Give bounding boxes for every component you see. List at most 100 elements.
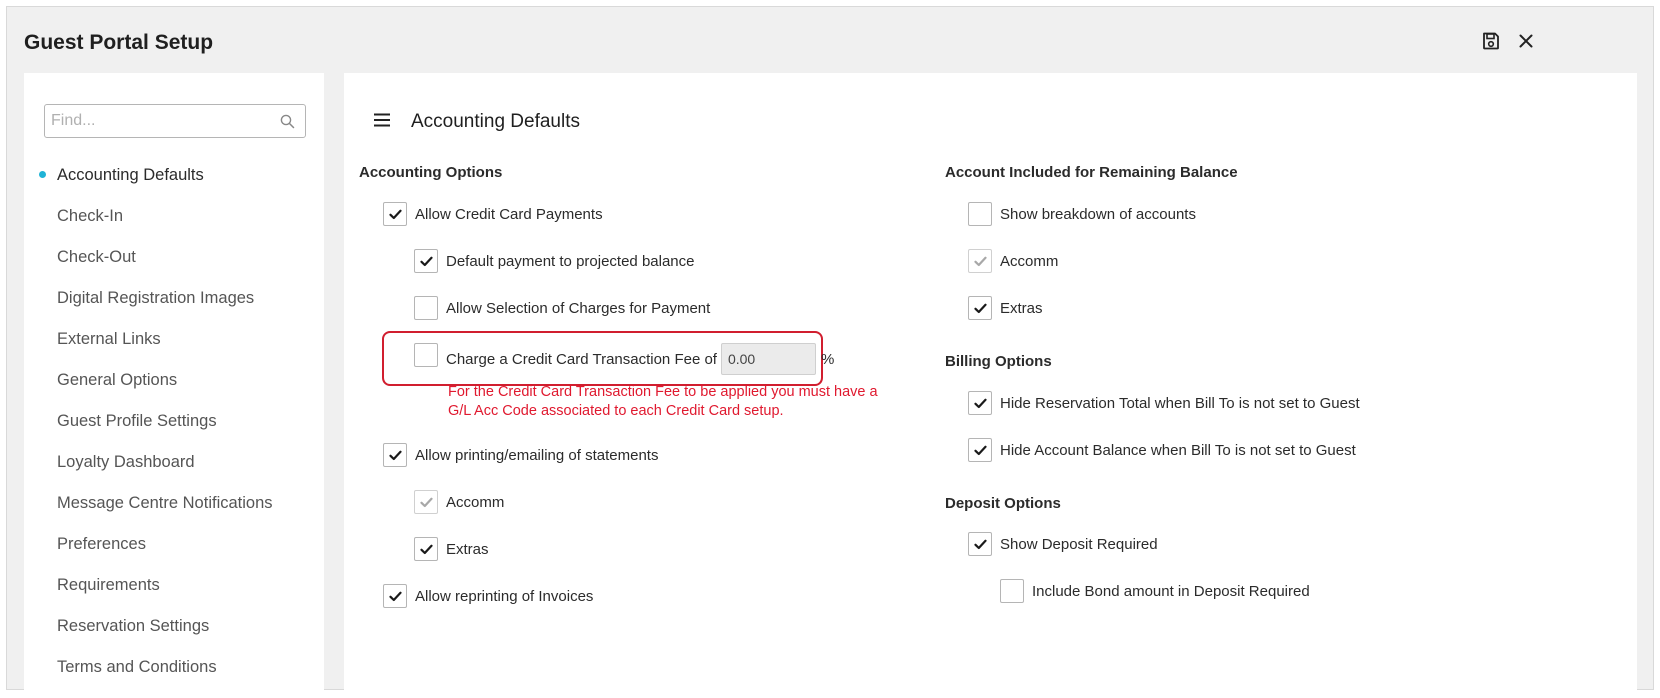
sidebar-item-label: Preferences xyxy=(57,535,146,553)
show-deposit-row: Show Deposit Required xyxy=(968,532,1158,556)
balance-extras-checkbox[interactable] xyxy=(968,296,992,320)
sidebar-item-reservation-settings[interactable]: Reservation Settings xyxy=(24,616,324,657)
print-extras-row: Extras xyxy=(414,537,489,561)
checkmark-icon xyxy=(973,398,987,408)
print-extras-checkbox[interactable] xyxy=(414,537,438,561)
sidebar: Accounting Defaults Check-In Check-Out D… xyxy=(24,73,324,693)
sidebar-nav: Accounting Defaults Check-In Check-Out D… xyxy=(24,165,324,698)
sidebar-item-label: Digital Registration Images xyxy=(57,289,255,307)
allow-printing-checkbox[interactable] xyxy=(383,443,407,467)
hamburger-menu-icon[interactable] xyxy=(374,113,390,132)
sidebar-item-message-centre-notifications[interactable]: Message Centre Notifications xyxy=(24,493,324,534)
allow-reprinting-checkbox[interactable] xyxy=(383,584,407,608)
default-payment-row: Default payment to projected balance xyxy=(414,249,695,273)
sidebar-item-label: External Links xyxy=(57,330,161,348)
default-payment-checkbox[interactable] xyxy=(414,249,438,273)
sidebar-item-general-options[interactable]: General Options xyxy=(24,370,324,411)
sidebar-item-label: Reservation Settings xyxy=(57,617,210,635)
checkmark-icon xyxy=(388,450,402,460)
allow-selection-charges-label: Allow Selection of Charges for Payment xyxy=(446,299,711,317)
charge-fee-label: Charge a Credit Card Transaction Fee of xyxy=(446,350,717,368)
sidebar-item-preferences[interactable]: Preferences xyxy=(24,534,324,575)
search-box xyxy=(44,104,306,138)
checkmark-icon xyxy=(388,209,402,219)
hide-account-balance-label: Hide Account Balance when Bill To is not… xyxy=(1000,441,1356,459)
print-extras-label: Extras xyxy=(446,540,489,558)
balance-accomm-row: Accomm xyxy=(968,249,1058,273)
sidebar-item-label: Message Centre Notifications xyxy=(57,494,273,512)
allow-selection-charges-checkbox[interactable] xyxy=(414,296,438,320)
allow-credit-card-payments-row: Allow Credit Card Payments xyxy=(383,202,603,226)
show-breakdown-checkbox[interactable] xyxy=(968,202,992,226)
hide-account-balance-row: Hide Account Balance when Bill To is not… xyxy=(968,438,1356,462)
transaction-fee-input[interactable] xyxy=(720,343,816,375)
default-payment-label: Default payment to projected balance xyxy=(446,252,695,270)
include-bond-checkbox[interactable] xyxy=(1000,579,1024,603)
accounting-options-heading: Accounting Options xyxy=(359,164,503,181)
hide-reservation-total-row: Hide Reservation Total when Bill To is n… xyxy=(968,391,1360,415)
allow-printing-label: Allow printing/emailing of statements xyxy=(415,446,659,464)
balance-extras-row: Extras xyxy=(968,296,1043,320)
checkmark-icon xyxy=(419,544,433,554)
charge-fee-row: Charge a Credit Card Transaction Fee of … xyxy=(414,343,834,375)
deposit-options-heading: Deposit Options xyxy=(945,495,1061,512)
sidebar-item-accounting-defaults[interactable]: Accounting Defaults xyxy=(24,165,324,206)
sidebar-item-label: Accounting Defaults xyxy=(57,166,204,184)
allow-reprinting-row: Allow reprinting of Invoices xyxy=(383,584,593,608)
save-icon[interactable] xyxy=(1479,29,1503,53)
page-title: Accounting Defaults xyxy=(411,111,580,132)
sidebar-item-digital-registration-images[interactable]: Digital Registration Images xyxy=(24,288,324,329)
checkmark-icon xyxy=(973,303,987,313)
sidebar-item-terms-and-conditions[interactable]: Terms and Conditions xyxy=(24,657,324,698)
show-deposit-checkbox[interactable] xyxy=(968,532,992,556)
sidebar-item-external-links[interactable]: External Links xyxy=(24,329,324,370)
search-icon[interactable] xyxy=(280,114,295,134)
sidebar-item-label: Guest Profile Settings xyxy=(57,412,217,430)
sidebar-item-check-in[interactable]: Check-In xyxy=(24,206,324,247)
active-indicator-dot xyxy=(39,171,46,178)
sidebar-item-label: Check-In xyxy=(57,207,124,225)
checkmark-icon xyxy=(973,256,987,266)
checkmark-icon xyxy=(419,497,433,507)
hide-account-balance-checkbox[interactable] xyxy=(968,438,992,462)
sidebar-item-label: Terms and Conditions xyxy=(57,658,217,676)
checkmark-icon xyxy=(973,539,987,549)
hide-reservation-total-label: Hide Reservation Total when Bill To is n… xyxy=(1000,394,1360,412)
window-title: Guest Portal Setup xyxy=(24,31,214,54)
checkmark-icon xyxy=(388,591,402,601)
fee-warning-text: For the Credit Card Transaction Fee to b… xyxy=(448,384,878,419)
close-icon[interactable] xyxy=(1514,29,1538,53)
remaining-balance-heading: Account Included for Remaining Balance xyxy=(945,164,1238,181)
sidebar-item-label: Loyalty Dashboard xyxy=(57,453,195,471)
sidebar-item-label: General Options xyxy=(57,371,178,389)
main-panel: Accounting Defaults Accounting Options A… xyxy=(344,73,1637,693)
allow-credit-card-payments-checkbox[interactable] xyxy=(383,202,407,226)
checkmark-icon xyxy=(419,256,433,266)
allow-printing-row: Allow printing/emailing of statements xyxy=(383,443,658,467)
sidebar-item-guest-profile-settings[interactable]: Guest Profile Settings xyxy=(24,411,324,452)
allow-selection-charges-row: Allow Selection of Charges for Payment xyxy=(414,296,710,320)
print-accomm-row: Accomm xyxy=(414,490,504,514)
sidebar-item-check-out[interactable]: Check-Out xyxy=(24,247,324,288)
hide-reservation-total-checkbox[interactable] xyxy=(968,391,992,415)
include-bond-row: Include Bond amount in Deposit Required xyxy=(1000,579,1310,603)
billing-options-heading: Billing Options xyxy=(945,353,1052,370)
print-accomm-label: Accomm xyxy=(446,493,505,511)
percent-unit: % xyxy=(820,350,835,368)
charge-fee-checkbox[interactable] xyxy=(414,343,438,367)
show-breakdown-row: Show breakdown of accounts xyxy=(968,202,1196,226)
balance-extras-label: Extras xyxy=(1000,299,1043,317)
checkmark-icon xyxy=(973,445,987,455)
allow-credit-card-payments-label: Allow Credit Card Payments xyxy=(415,205,603,223)
allow-reprinting-label: Allow reprinting of Invoices xyxy=(415,587,594,605)
sidebar-item-label: Check-Out xyxy=(57,248,136,266)
balance-accomm-label: Accomm xyxy=(1000,252,1059,270)
print-accomm-checkbox xyxy=(414,490,438,514)
sidebar-item-requirements[interactable]: Requirements xyxy=(24,575,324,616)
guest-portal-setup-window: Guest Portal Setup Accounting Defaults C… xyxy=(6,6,1654,693)
show-deposit-label: Show Deposit Required xyxy=(1000,535,1158,553)
sidebar-item-loyalty-dashboard[interactable]: Loyalty Dashboard xyxy=(24,452,324,493)
search-input[interactable] xyxy=(45,105,265,137)
show-breakdown-label: Show breakdown of accounts xyxy=(1000,205,1196,223)
balance-accomm-checkbox xyxy=(968,249,992,273)
